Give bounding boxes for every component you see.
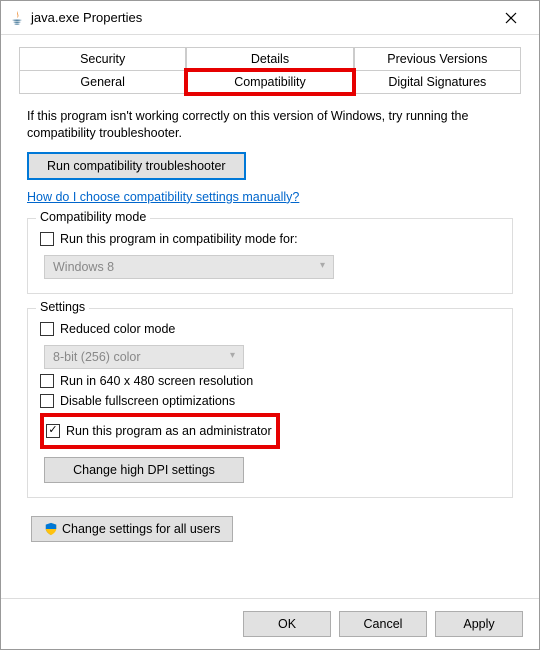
compatibility-mode-title: Compatibility mode bbox=[36, 210, 150, 224]
disable-fullscreen-label: Disable fullscreen optimizations bbox=[60, 394, 235, 408]
tabs-row-1: Security Details Previous Versions bbox=[19, 47, 521, 70]
tabs-row-2: General Compatibility Digital Signatures bbox=[19, 70, 521, 94]
run-640-row: Run in 640 x 480 screen resolution bbox=[40, 371, 500, 391]
change-all-users-label: Change settings for all users bbox=[62, 522, 220, 536]
run-as-admin-row: Run this program as an administrator bbox=[46, 421, 272, 441]
java-icon bbox=[9, 10, 25, 26]
settings-group: Settings Reduced color mode 8-bit (256) … bbox=[27, 308, 513, 498]
tab-content: If this program isn't working correctly … bbox=[1, 94, 539, 598]
disable-fullscreen-checkbox[interactable] bbox=[40, 394, 54, 408]
close-button[interactable] bbox=[491, 4, 531, 32]
tab-general[interactable]: General bbox=[19, 70, 186, 94]
dialog-footer: OK Cancel Apply bbox=[1, 598, 539, 649]
compat-mode-checkbox[interactable] bbox=[40, 232, 54, 246]
tab-security[interactable]: Security bbox=[19, 47, 186, 70]
window-title: java.exe Properties bbox=[31, 10, 491, 25]
reduced-color-row: Reduced color mode bbox=[40, 319, 500, 339]
close-icon bbox=[505, 12, 517, 24]
apply-button[interactable]: Apply bbox=[435, 611, 523, 637]
tab-details[interactable]: Details bbox=[186, 47, 353, 70]
cancel-button[interactable]: Cancel bbox=[339, 611, 427, 637]
settings-title: Settings bbox=[36, 300, 89, 314]
shield-icon bbox=[44, 522, 58, 536]
run-as-admin-checkbox[interactable] bbox=[46, 424, 60, 438]
compat-mode-checkbox-row: Run this program in compatibility mode f… bbox=[40, 229, 500, 249]
titlebar: java.exe Properties bbox=[1, 1, 539, 35]
tab-digital-signatures[interactable]: Digital Signatures bbox=[354, 70, 521, 94]
color-mode-select: 8-bit (256) color bbox=[44, 345, 244, 369]
change-dpi-button[interactable]: Change high DPI settings bbox=[44, 457, 244, 483]
change-all-users-button[interactable]: Change settings for all users bbox=[31, 516, 233, 542]
reduced-color-label: Reduced color mode bbox=[60, 322, 175, 336]
compat-mode-select: Windows 8 bbox=[44, 255, 334, 279]
intro-text: If this program isn't working correctly … bbox=[27, 108, 513, 142]
tabs-area: Security Details Previous Versions Gener… bbox=[1, 35, 539, 94]
tab-previous-versions[interactable]: Previous Versions bbox=[354, 47, 521, 70]
tab-compatibility[interactable]: Compatibility bbox=[186, 70, 353, 94]
manual-settings-link[interactable]: How do I choose compatibility settings m… bbox=[27, 190, 299, 204]
reduced-color-checkbox[interactable] bbox=[40, 322, 54, 336]
properties-window: java.exe Properties Security Details Pre… bbox=[0, 0, 540, 650]
run-as-admin-highlight: Run this program as an administrator bbox=[40, 413, 280, 449]
disable-fullscreen-row: Disable fullscreen optimizations bbox=[40, 391, 500, 411]
run-640-checkbox[interactable] bbox=[40, 374, 54, 388]
ok-button[interactable]: OK bbox=[243, 611, 331, 637]
compat-mode-label: Run this program in compatibility mode f… bbox=[60, 232, 298, 246]
compatibility-mode-group: Compatibility mode Run this program in c… bbox=[27, 218, 513, 294]
run-troubleshooter-button[interactable]: Run compatibility troubleshooter bbox=[27, 152, 246, 180]
run-as-admin-label: Run this program as an administrator bbox=[66, 424, 272, 438]
run-640-label: Run in 640 x 480 screen resolution bbox=[60, 374, 253, 388]
